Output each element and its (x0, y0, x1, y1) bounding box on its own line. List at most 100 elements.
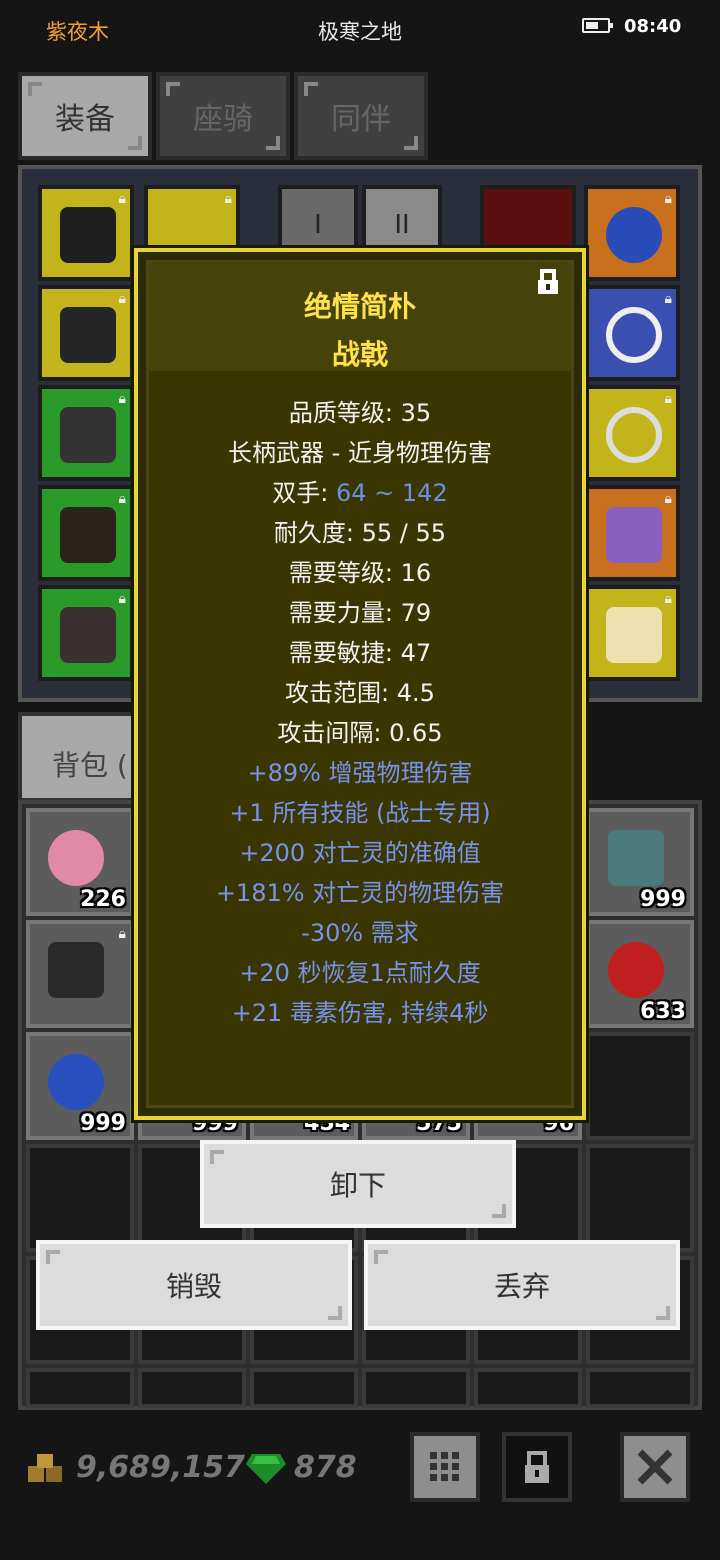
tab-backpack[interactable]: 背包 ( (18, 712, 138, 802)
bag-slot[interactable]: 633 (586, 920, 694, 1028)
equip-slot-boots[interactable]: 🔒︎ (38, 485, 134, 581)
unequip-label: 卸下 (329, 1169, 386, 1202)
map-name: 极寒之地 (318, 20, 402, 44)
boots-icon (60, 507, 116, 563)
corner-decoration (404, 136, 418, 150)
corner-decoration (128, 136, 142, 150)
stat-two-hand-damage: 双手: 64 ~ 142 (149, 473, 571, 508)
discard-button[interactable]: 丢弃 (364, 1240, 680, 1330)
affix-line: +1 所有技能 (战士专用) (229, 799, 491, 827)
bag-slot[interactable] (474, 1368, 582, 1408)
item-tooltip-header: 绝情简朴 战戟 (149, 263, 571, 371)
lock-icon: 🔒︎ (118, 191, 126, 207)
bag-slot[interactable] (586, 1368, 694, 1408)
bag-slot[interactable] (138, 1368, 246, 1408)
lock-icon (525, 1451, 549, 1483)
bag-slot[interactable] (250, 1368, 358, 1408)
corner-decoration (328, 1306, 342, 1320)
tab-mount[interactable]: 座骑 (156, 72, 290, 160)
equip-page-1-label: I (314, 210, 322, 240)
lock-toggle-button[interactable] (502, 1432, 572, 1502)
tab-equipment[interactable]: 装备 (18, 72, 152, 160)
corner-decoration (656, 1306, 670, 1320)
equip-slot-armor[interactable]: 🔒︎ (38, 285, 134, 381)
stat-durability: 耐久度: 55 / 55 (273, 519, 447, 547)
corner-decoration (374, 1250, 388, 1264)
affix-line: +21 毒素伤害, 持续4秒 (231, 999, 489, 1027)
belt-icon (60, 607, 116, 663)
bag-slot[interactable] (362, 1368, 470, 1408)
item-tooltip: 绝情简朴 战戟 品质等级: 35 长柄武器 - 近身物理伤害 双手: 64 ~ … (134, 248, 586, 1120)
equip-slot-amulet[interactable]: 🔒︎ (584, 185, 680, 281)
green-gem-icon (246, 1454, 286, 1484)
stat-required-level: 需要等级: 16 (288, 559, 432, 587)
gold-coins-icon (28, 1454, 62, 1482)
equip-slot-gloves[interactable]: 🔒︎ (38, 385, 134, 481)
equip-slot-charm[interactable]: 🔒︎ (584, 485, 680, 581)
clock: 08:40 (624, 16, 682, 37)
corner-decoration (210, 1150, 224, 1164)
corner-decoration (304, 82, 318, 96)
amulet-icon (606, 207, 662, 263)
equip-page-2-label: II (394, 210, 410, 240)
destroy-button[interactable]: 销毁 (36, 1240, 352, 1330)
tab-companion[interactable]: 同伴 (294, 72, 428, 160)
red-potion-icon (608, 942, 664, 998)
affix-line: +200 对亡灵的准确值 (239, 839, 481, 867)
equip-slot-helmet[interactable]: 🔒︎ (38, 185, 134, 281)
stat-required-strength: 需要力量: 79 (288, 599, 432, 627)
lock-icon: 🔒︎ (118, 591, 126, 607)
equip-slot-belt[interactable]: 🔒︎ (38, 585, 134, 681)
equip-slot-ring-1[interactable]: 🔒︎ (584, 285, 680, 381)
ring-icon (606, 407, 662, 463)
close-icon (637, 1449, 673, 1485)
equip-slot-ring-2[interactable]: 🔒︎ (584, 385, 680, 481)
lock-icon: 🔒︎ (664, 591, 672, 607)
sort-grid-button[interactable] (410, 1432, 480, 1502)
discard-label: 丢弃 (493, 1270, 550, 1303)
bag-slot[interactable]: 999 (586, 808, 694, 916)
tab-companion-label: 同伴 (331, 102, 391, 137)
stat-label: 双手: (272, 479, 336, 507)
status-bar: 紫夜木 极寒之地 08:40 (0, 0, 720, 56)
affix-line: +89% 增强物理伤害 (247, 759, 473, 787)
lock-icon[interactable] (535, 269, 561, 295)
gloves-icon (60, 407, 116, 463)
grid-icon (430, 1452, 459, 1481)
helmet-icon (60, 207, 116, 263)
tab-equipment-label: 装备 (55, 102, 115, 137)
bag-slot[interactable] (586, 1144, 694, 1252)
bag-slot[interactable]: 226 (26, 808, 134, 916)
stat-quality-level: 品质等级: 35 (288, 399, 432, 427)
ring-icon (606, 307, 662, 363)
destroy-label: 销毁 (165, 1270, 222, 1303)
bag-slot[interactable]: 999 (26, 1032, 134, 1140)
lock-icon: 🔒︎ (224, 191, 232, 207)
item-quantity: 226 (80, 887, 126, 912)
lock-icon: 🔒︎ (664, 491, 672, 507)
battery-icon (582, 18, 613, 33)
item-type: 战戟 (331, 338, 388, 371)
bag-slot[interactable] (26, 1368, 134, 1408)
stat-attack-interval: 攻击间隔: 0.65 (277, 719, 443, 747)
bag-slot[interactable] (586, 1032, 694, 1140)
gem-amount: 878 (294, 1450, 357, 1485)
stat-value: 64 ~ 142 (336, 479, 448, 507)
lock-icon: 🔒︎ (664, 391, 672, 407)
affix-line: +181% 对亡灵的物理伤害 (215, 879, 505, 907)
item-quantity: 999 (80, 1111, 126, 1136)
corner-decoration (166, 82, 180, 96)
item-tooltip-body: 绝情简朴 战戟 品质等级: 35 长柄武器 - 近身物理伤害 双手: 64 ~ … (146, 260, 574, 1108)
lock-icon: 🔒︎ (118, 391, 126, 407)
gold-amount: 9,689,157 (76, 1450, 245, 1485)
cake-icon (48, 830, 104, 886)
item-name: 绝情简朴 (303, 290, 416, 323)
close-button[interactable] (620, 1432, 690, 1502)
bag-slot[interactable] (26, 1144, 134, 1252)
polearm-icon (48, 942, 104, 998)
affix-line: -30% 需求 (301, 919, 419, 947)
unequip-button[interactable]: 卸下 (200, 1140, 516, 1228)
tab-mount-label: 座骑 (193, 102, 253, 137)
equip-slot-pet[interactable]: 🔒︎ (584, 585, 680, 681)
bag-slot[interactable]: 🔒︎ (26, 920, 134, 1028)
